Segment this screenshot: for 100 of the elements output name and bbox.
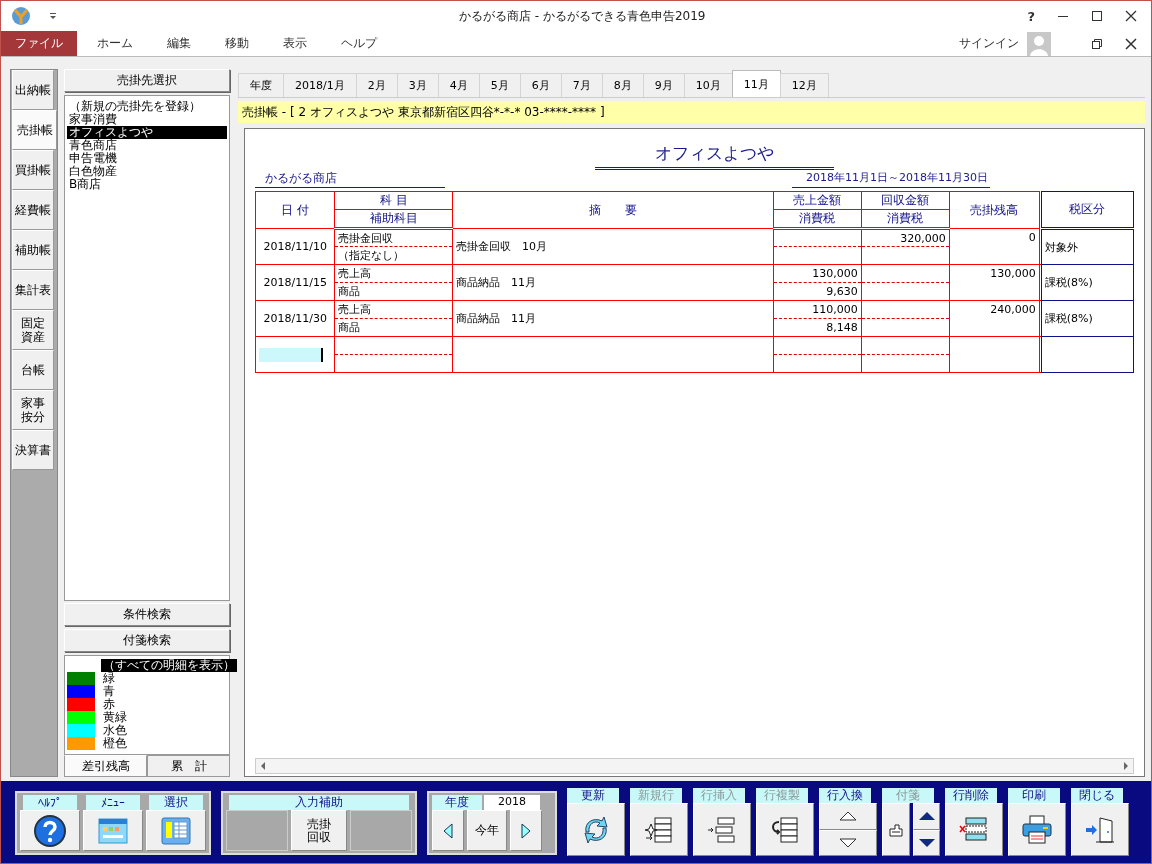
restore-icon[interactable] — [1091, 37, 1103, 50]
close-icon[interactable] — [1125, 37, 1137, 50]
table-cell: 110,000 — [773, 300, 862, 319]
menu-button[interactable] — [83, 810, 143, 851]
left-triangle-icon — [443, 822, 453, 839]
customer-item[interactable]: 青色商店 — [67, 139, 227, 152]
side-tab[interactable]: 補助帳 — [12, 230, 54, 270]
menu-item[interactable]: 移動 — [211, 31, 263, 56]
delete-row-button[interactable] — [945, 803, 1003, 856]
table-cell: 売上高 — [334, 264, 453, 283]
previous-year-button[interactable] — [432, 810, 464, 851]
sign-in-link[interactable]: サインイン — [959, 35, 1019, 52]
search-button[interactable]: 付箋検索 — [64, 629, 230, 652]
button-label: 付箋 — [882, 788, 934, 803]
month-tab[interactable]: 11月 — [731, 70, 781, 97]
button-label: 印刷 — [1008, 788, 1060, 803]
up-triangle-icon — [917, 811, 936, 822]
copy-row-button[interactable] — [756, 803, 814, 856]
side-tab[interactable]: 固定資産 — [12, 310, 54, 350]
customer-item[interactable]: 家事消費 — [67, 113, 227, 126]
tag-down-button[interactable] — [913, 829, 940, 856]
customer-item[interactable]: 申告電機 — [67, 152, 227, 165]
scroll-right-icon[interactable] — [1122, 762, 1130, 770]
maximize-icon[interactable] — [1091, 10, 1103, 22]
customer-item[interactable]: オフィスよつや — [67, 126, 227, 139]
table-cell: 130,000 — [949, 264, 1040, 301]
menu-item[interactable]: ホーム — [83, 31, 147, 56]
tag-item[interactable]: 青 — [101, 685, 117, 698]
table-cell: 8,148 — [773, 318, 862, 337]
button-label: 更新 — [567, 788, 619, 803]
close-button[interactable] — [1071, 803, 1129, 856]
next-year-button[interactable] — [510, 810, 542, 851]
menu-item[interactable]: 編集 — [153, 31, 205, 56]
tag-item[interactable]: 赤 — [101, 698, 117, 711]
move-down-button[interactable] — [819, 829, 877, 856]
table-cell: 対象外 — [1041, 228, 1134, 265]
column-header: 回収金額 — [861, 191, 950, 210]
table-cell: 売掛金回収 — [334, 228, 453, 247]
tag-item[interactable]: 黄緑 — [101, 711, 129, 724]
new-row-button[interactable] — [630, 803, 688, 856]
tag-item[interactable]: 緑 — [101, 672, 117, 685]
table-cell: 売上高 — [334, 300, 453, 319]
button-label: 新規行 — [630, 788, 682, 803]
balance-tab[interactable]: 差引残高 — [64, 755, 147, 777]
tag-up-button[interactable] — [913, 803, 940, 830]
table-cell: 課税(8%) — [1041, 300, 1134, 337]
tag-item[interactable]: 橙色 — [101, 737, 129, 750]
table-cell: 130,000 — [773, 264, 862, 283]
help-button[interactable] — [20, 810, 80, 851]
button-label: ﾍﾙﾌﾟ — [23, 795, 77, 810]
side-tab[interactable]: 家事按分 — [12, 390, 54, 430]
tag-item[interactable]: （すべての明細を表示） — [101, 659, 237, 672]
select-button[interactable] — [146, 810, 206, 851]
refresh-button[interactable] — [567, 803, 625, 856]
side-tab[interactable]: 売掛帳 — [12, 110, 57, 150]
side-tab[interactable]: 買掛帳 — [12, 150, 54, 190]
button-label: 行入換 — [819, 788, 871, 803]
horizontal-scrollbar[interactable] — [255, 758, 1134, 774]
column-header: 税区分 — [1041, 191, 1134, 229]
side-tab[interactable]: 台帳 — [12, 350, 54, 390]
quick-access-icon[interactable] — [49, 12, 57, 20]
table-cell: 0 — [949, 228, 1040, 265]
column-header: 消費税 — [861, 209, 950, 229]
side-tab[interactable]: 決算書 — [12, 430, 54, 470]
customer-select-header[interactable]: 売掛先選択 — [64, 69, 230, 92]
side-tab[interactable]: 出納帳 — [12, 70, 54, 110]
company-name: かるがる商店 — [255, 170, 445, 188]
month-tab[interactable]: 年度 — [238, 73, 284, 97]
side-tab[interactable]: 集計表 — [12, 270, 54, 310]
table-cell: 売掛金回収 10月 — [452, 228, 774, 265]
this-year-button[interactable]: 今年 — [467, 810, 507, 851]
menu-item[interactable]: ヘルプ — [327, 31, 391, 56]
month-tab[interactable]: 12月 — [779, 73, 829, 97]
tag-item[interactable]: 水色 — [101, 724, 129, 737]
customer-item[interactable]: 白色物産 — [67, 165, 227, 178]
close-icon[interactable] — [1125, 10, 1137, 22]
side-tab[interactable]: 経費帳 — [12, 190, 54, 230]
table-cell: 商品納品 11月 — [452, 300, 774, 337]
menu-item[interactable]: 表示 — [269, 31, 321, 56]
customer-item[interactable]: B商店 — [67, 178, 227, 191]
balance-tab[interactable]: 累 計 — [147, 755, 230, 777]
up-triangle-icon — [839, 811, 857, 822]
year-value: 2018 — [484, 795, 540, 810]
ledger-period: 2018年11月1日～2018年11月30日 — [792, 170, 990, 188]
menu-item[interactable]: ファイル — [1, 31, 77, 56]
right-triangle-icon — [521, 822, 531, 839]
column-header: 摘 要 — [452, 191, 774, 229]
customer-item[interactable]: （新規の売掛先を登録） — [67, 100, 227, 113]
search-button[interactable]: 条件検索 — [64, 603, 230, 626]
date-input[interactable] — [259, 347, 323, 362]
scroll-left-icon[interactable] — [259, 762, 267, 770]
column-header: 補助科目 — [334, 209, 453, 229]
move-up-button[interactable] — [819, 803, 877, 830]
button-label: ﾒﾆｭｰ — [86, 795, 140, 810]
insert-row-button[interactable] — [693, 803, 751, 856]
help-button[interactable]: ? — [1027, 8, 1035, 24]
button-label: 選択 — [149, 795, 203, 810]
receivable-collection-button[interactable]: 売掛回収 — [291, 810, 347, 851]
window-title: かるがる商店 - かるがるできる青色申告2019 — [457, 7, 707, 25]
print-button[interactable] — [1008, 803, 1066, 856]
